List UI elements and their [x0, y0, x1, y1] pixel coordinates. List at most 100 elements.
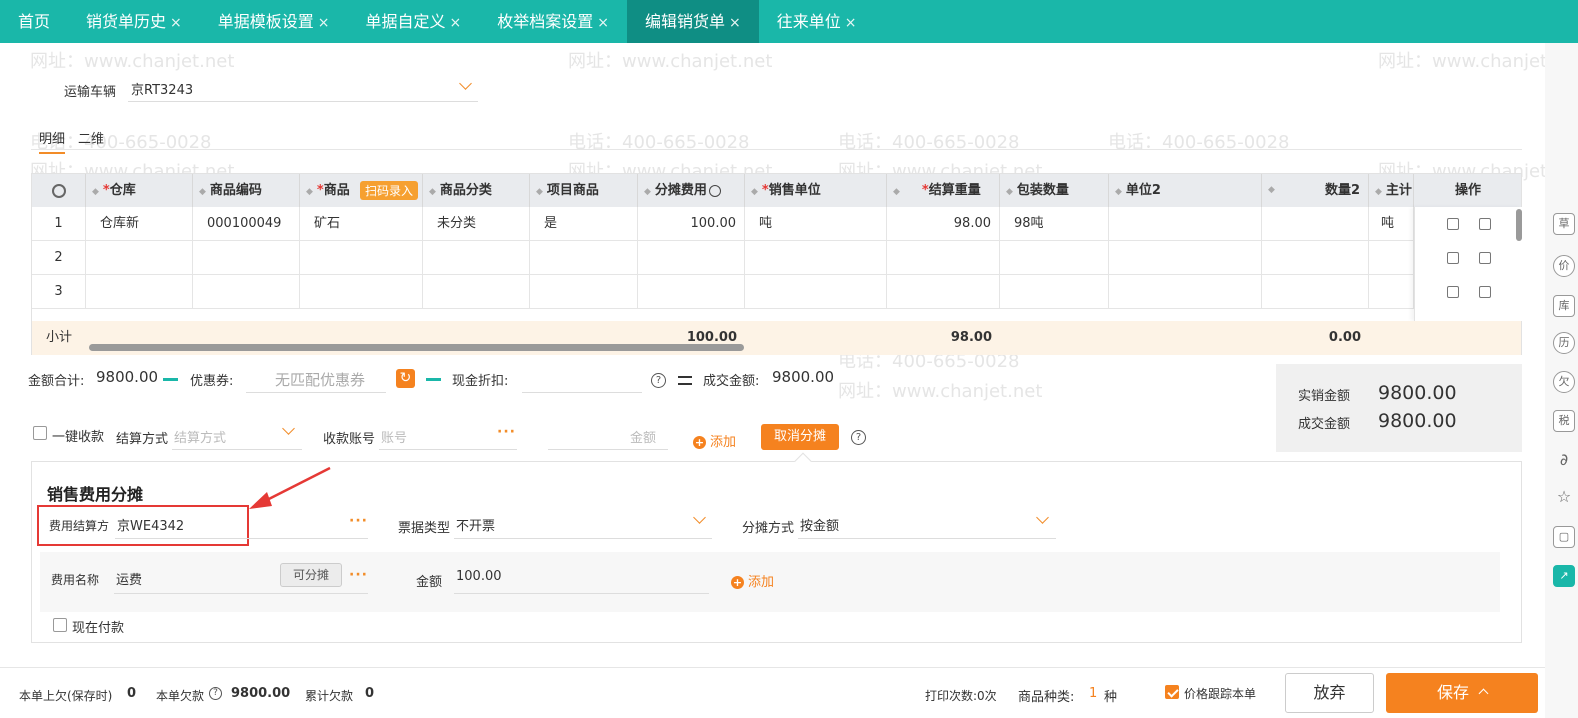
horizontal-scrollbar[interactable] — [89, 344, 744, 351]
cell-code[interactable] — [193, 275, 300, 309]
tab-partners[interactable]: 往来单位 × — [759, 0, 875, 43]
tab-sales-history[interactable]: 销货单历史 × — [68, 0, 200, 43]
copy-icon[interactable] — [1479, 252, 1491, 264]
side-history-icon[interactable]: 历 — [1553, 332, 1575, 354]
invoice-type-select[interactable]: 不开票 — [456, 515, 495, 534]
copy-icon[interactable] — [1479, 218, 1491, 230]
allocatable-tag[interactable]: 可分摊 — [280, 563, 342, 587]
price-track-checkbox[interactable] — [1165, 685, 1179, 699]
coupon-input[interactable]: 无匹配优惠券 — [275, 369, 365, 390]
close-icon[interactable]: × — [170, 15, 182, 31]
cell-alloc[interactable] — [638, 275, 745, 309]
tab-enum-settings[interactable]: 枚举档案设置 × — [479, 0, 627, 43]
link-icon[interactable]: ∂ — [1553, 450, 1575, 472]
copy-icon[interactable] — [1479, 286, 1491, 298]
cell-unit2[interactable] — [1109, 275, 1262, 309]
cell-warehouse[interactable] — [86, 275, 193, 309]
star-icon[interactable]: ☆ — [1553, 487, 1575, 509]
cell-product[interactable]: 矿石 — [300, 207, 423, 241]
help-icon[interactable]: ? — [651, 373, 666, 388]
tab-document-custom[interactable]: 单据自定义 × — [348, 0, 480, 43]
payment-amount-input[interactable]: 金额 — [630, 427, 656, 446]
save-button[interactable]: 保存 — [1386, 673, 1538, 713]
cell-category[interactable]: 未分类 — [423, 207, 530, 241]
close-icon[interactable]: × — [318, 15, 330, 31]
cell-alloc[interactable]: 100.00 — [638, 207, 745, 241]
cell-project[interactable] — [530, 241, 638, 275]
chevron-down-icon[interactable] — [459, 77, 472, 90]
cell-warehouse[interactable] — [86, 241, 193, 275]
header-category[interactable]: ◆ 商品分类 — [423, 174, 530, 207]
header-qty2[interactable]: ◆ 数量2 — [1262, 174, 1369, 207]
discard-button[interactable]: 放弃 — [1285, 673, 1374, 713]
header-weight[interactable]: ◆ *结算重量 — [887, 174, 1000, 207]
close-icon[interactable]: × — [845, 15, 857, 31]
cell-sale-unit[interactable]: 吨 — [745, 207, 887, 241]
settlement-method-select[interactable]: 结算方式 — [174, 427, 226, 446]
cancel-allocation-button[interactable]: 取消分摊 — [761, 424, 839, 450]
settings-column[interactable] — [32, 174, 86, 207]
cell-main[interactable] — [1369, 241, 1414, 275]
refresh-icon[interactable]: ↻ — [396, 369, 415, 388]
side-draft-icon[interactable]: 草 — [1553, 213, 1575, 235]
side-owe-icon[interactable]: 欠 — [1553, 371, 1575, 393]
more-icon[interactable]: ··· — [497, 424, 516, 440]
cell-code[interactable] — [193, 241, 300, 275]
cell-sale-unit[interactable] — [745, 275, 887, 309]
add-expense-button[interactable]: + 添加 — [731, 571, 774, 590]
account-input[interactable]: 账号 — [381, 427, 407, 446]
delete-icon[interactable] — [1447, 252, 1459, 264]
cell-pack[interactable]: 98吨 — [1000, 207, 1109, 241]
cell-project[interactable]: 是 — [530, 207, 638, 241]
vehicle-value[interactable]: 京RT3243 — [131, 79, 193, 98]
header-alloc[interactable]: ◆ 分摊费用 — [638, 174, 745, 207]
cell-qty2[interactable] — [1262, 275, 1369, 309]
cell-weight[interactable]: 98.00 — [887, 207, 1000, 241]
tab-detail[interactable]: 明细 — [39, 128, 66, 154]
tab-matrix[interactable]: 二维 — [78, 128, 104, 147]
more-icon[interactable]: ··· — [349, 567, 368, 583]
header-project[interactable]: ◆ 项目商品 — [530, 174, 638, 207]
header-main[interactable]: ◆ 主计 — [1369, 174, 1414, 207]
expense-name-value[interactable]: 运费 — [116, 569, 142, 588]
cell-product[interactable] — [300, 275, 423, 309]
cell-qty2[interactable] — [1262, 241, 1369, 275]
chevron-down-icon[interactable] — [1036, 511, 1049, 524]
cell-weight[interactable] — [887, 275, 1000, 309]
table-row[interactable]: 2 — [32, 241, 1521, 275]
pay-now-checkbox[interactable] — [53, 618, 67, 632]
comment-icon[interactable]: ▢ — [1553, 526, 1575, 548]
vertical-scrollbar[interactable] — [1516, 209, 1522, 241]
header-pack[interactable]: ◆ 包装数量 — [1000, 174, 1109, 207]
cell-pack[interactable] — [1000, 241, 1109, 275]
more-icon[interactable]: ··· — [349, 513, 368, 529]
cell-product[interactable] — [300, 241, 423, 275]
close-icon[interactable]: × — [729, 15, 741, 31]
cell-category[interactable] — [423, 275, 530, 309]
help-icon[interactable]: ? — [209, 687, 222, 700]
scan-entry-button[interactable]: 扫码录入 — [360, 181, 419, 200]
header-unit2[interactable]: ◆ 单位2 — [1109, 174, 1262, 207]
table-row[interactable]: 1 仓库新 000100049 矿石 未分类 是 100.00 吨 98.00 … — [32, 207, 1521, 241]
header-warehouse[interactable]: ◆ *仓库 — [86, 174, 193, 207]
help-icon[interactable] — [708, 184, 721, 197]
close-icon[interactable]: × — [450, 15, 462, 31]
cash-discount-input[interactable] — [522, 392, 642, 393]
chevron-down-icon[interactable] — [693, 511, 706, 524]
cell-pack[interactable] — [1000, 275, 1109, 309]
one-click-receipt-checkbox[interactable] — [33, 426, 47, 440]
add-payment-button[interactable]: + 添加 — [693, 431, 736, 450]
chart-icon[interactable]: ↗ — [1553, 565, 1575, 587]
chevron-up-icon[interactable] — [1478, 688, 1489, 699]
help-icon[interactable]: ? — [851, 430, 866, 445]
cell-alloc[interactable] — [638, 241, 745, 275]
expense-amount-value[interactable]: 100.00 — [456, 569, 502, 584]
delete-icon[interactable] — [1447, 218, 1459, 230]
cell-warehouse[interactable]: 仓库新 — [86, 207, 193, 241]
allocation-method-select[interactable]: 按金额 — [800, 515, 839, 534]
cell-unit2[interactable] — [1109, 207, 1262, 241]
cell-main[interactable] — [1369, 275, 1414, 309]
table-row[interactable]: 3 — [32, 275, 1521, 309]
cell-weight[interactable] — [887, 241, 1000, 275]
cell-category[interactable] — [423, 241, 530, 275]
